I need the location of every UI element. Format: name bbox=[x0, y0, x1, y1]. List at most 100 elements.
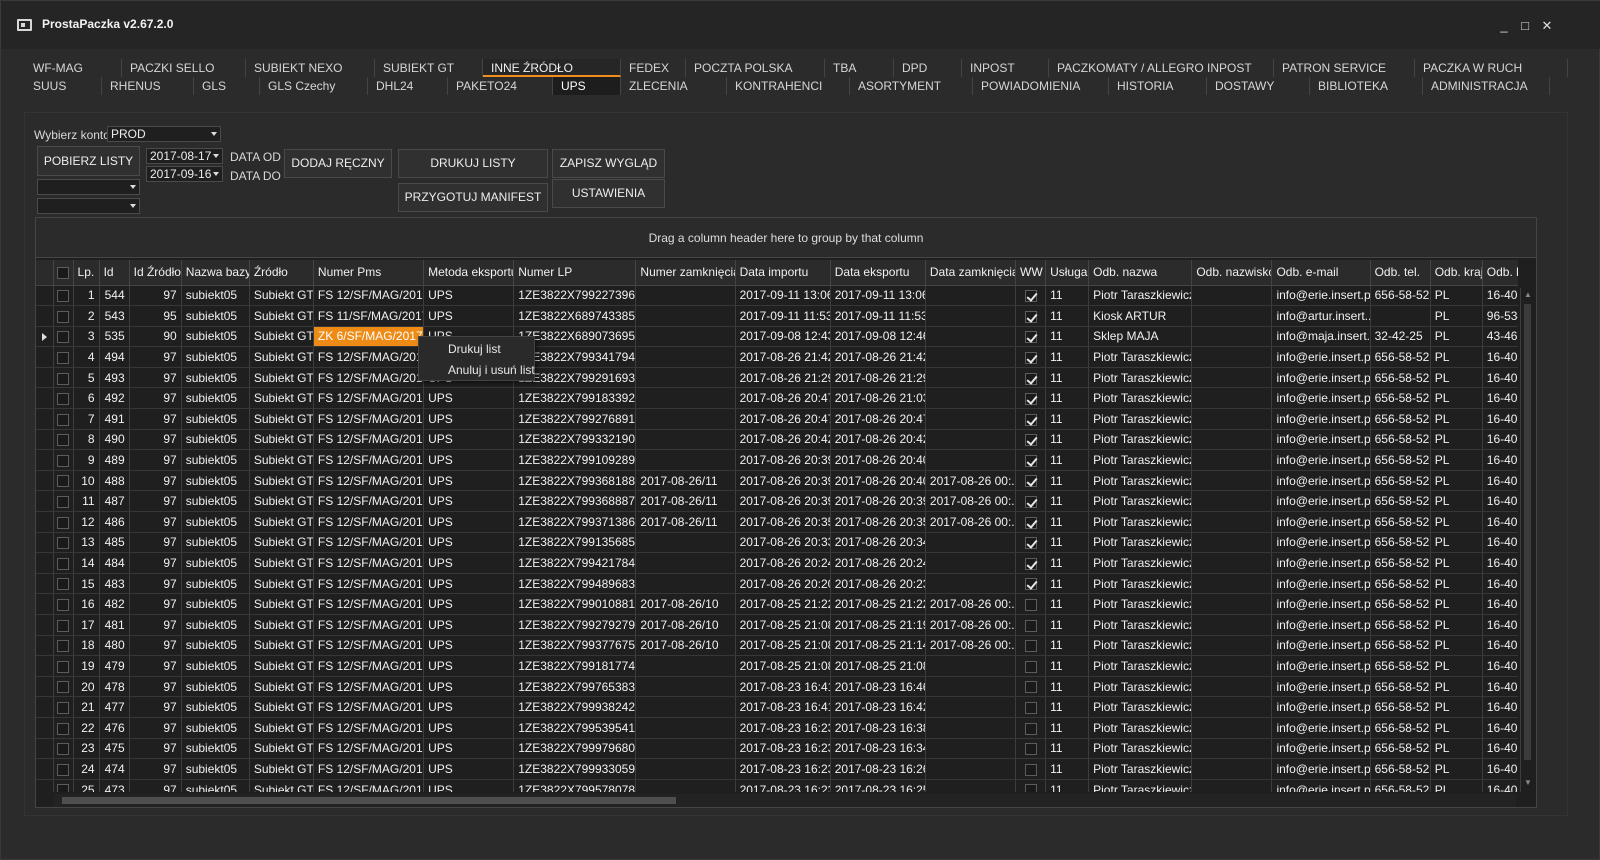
ww-checkbox[interactable] bbox=[1024, 537, 1037, 550]
table-cell[interactable]: FS 12/SF/MAG/2017 bbox=[313, 696, 425, 718]
ww-checkbox[interactable] bbox=[1024, 290, 1037, 303]
table-cell[interactable]: Piotr Taraszkiewicz bbox=[1088, 470, 1193, 492]
table-cell[interactable]: 2017-08-23 16:23 bbox=[735, 717, 831, 739]
table-cell[interactable]: 656-58-52 bbox=[1370, 387, 1431, 410]
table-cell[interactable]: 543 bbox=[99, 305, 130, 327]
table-cell[interactable] bbox=[635, 326, 736, 348]
column-header[interactable]: Usługa bbox=[1045, 260, 1090, 286]
table-cell[interactable]: Subiekt GT bbox=[249, 429, 314, 451]
table-cell[interactable]: 16-400 bbox=[1482, 758, 1518, 780]
table-cell[interactable]: info@erie.insert.pl bbox=[1271, 779, 1371, 792]
table-cell[interactable]: 97 bbox=[129, 655, 182, 677]
table-cell[interactable] bbox=[925, 387, 1017, 410]
table-cell[interactable]: subiekt05 bbox=[181, 387, 250, 410]
table-cell[interactable]: 656-58-52 bbox=[1370, 593, 1431, 615]
table-cell[interactable]: 19 bbox=[73, 655, 100, 677]
table-cell[interactable]: info@erie.insert.pl bbox=[1271, 614, 1371, 636]
table-cell[interactable]: 2017-08-26 20:42 bbox=[830, 429, 926, 451]
table-cell[interactable]: PL bbox=[1430, 614, 1483, 636]
table-cell[interactable]: 1ZE3822X7993776758 bbox=[513, 635, 637, 657]
ww-checkbox[interactable] bbox=[1024, 557, 1037, 570]
table-cell[interactable]: 97 bbox=[129, 614, 182, 636]
column-header[interactable]: Numer zamknięcia bbox=[635, 260, 736, 286]
table-cell[interactable]: 656-58-52 bbox=[1370, 717, 1431, 739]
table-cell[interactable]: 656-58-52 bbox=[1370, 470, 1431, 492]
table-cell[interactable]: 11 bbox=[1045, 429, 1090, 451]
row-select-cell[interactable] bbox=[53, 696, 74, 718]
close-button[interactable]: ✕ bbox=[1538, 19, 1556, 33]
table-cell[interactable]: 491 bbox=[99, 408, 130, 430]
table-cell[interactable]: info@erie.insert.pl bbox=[1271, 635, 1371, 657]
table-cell[interactable]: subiekt05 bbox=[181, 779, 250, 792]
table-cell[interactable] bbox=[925, 305, 1017, 327]
table-cell[interactable] bbox=[925, 429, 1017, 451]
table-cell[interactable]: PL bbox=[1430, 676, 1483, 698]
table-cell[interactable]: 11 bbox=[1045, 470, 1090, 492]
table-cell[interactable]: FS 12/SF/MAG/2017 bbox=[313, 532, 425, 554]
table-cell[interactable]: 656-58-52 bbox=[1370, 552, 1431, 574]
table-cell[interactable] bbox=[925, 367, 1017, 389]
row-select-checkbox[interactable] bbox=[57, 434, 70, 447]
table-cell[interactable]: 2017-08-23 16:23 bbox=[735, 738, 831, 760]
row-select-cell[interactable] bbox=[53, 305, 74, 327]
table-cell[interactable]: Piotr Taraszkiewicz bbox=[1088, 532, 1193, 554]
table-cell[interactable] bbox=[925, 346, 1017, 368]
ww-checkbox[interactable] bbox=[1024, 310, 1037, 323]
table-cell[interactable]: info@erie.insert.pl bbox=[1271, 490, 1371, 513]
restore-button[interactable]: □ bbox=[1516, 19, 1534, 33]
table-cell[interactable]: 1ZE3822X7991092893 bbox=[513, 449, 637, 471]
table-cell[interactable]: 25 bbox=[73, 779, 100, 792]
table-cell[interactable]: Subiekt GT bbox=[249, 552, 314, 574]
column-header[interactable]: Odb. e-mail bbox=[1271, 260, 1371, 286]
ww-checkbox[interactable] bbox=[1024, 681, 1037, 694]
table-cell[interactable]: Piotr Taraszkiewicz bbox=[1088, 696, 1193, 718]
table-cell[interactable]: Piotr Taraszkiewicz bbox=[1088, 676, 1193, 698]
table-cell[interactable]: 5 bbox=[73, 367, 100, 389]
table-cell[interactable]: 656-58-52 bbox=[1370, 696, 1431, 718]
table-cell[interactable]: 11 bbox=[1045, 779, 1090, 792]
table-cell[interactable]: 97 bbox=[129, 635, 182, 657]
table-cell[interactable]: 11 bbox=[1045, 655, 1090, 677]
row-select-cell[interactable] bbox=[53, 285, 74, 307]
table-cell[interactable]: 475 bbox=[99, 738, 130, 760]
table-cell[interactable]: UPS bbox=[423, 738, 515, 760]
row-select-cell[interactable] bbox=[53, 676, 74, 698]
table-cell[interactable]: FS 12/SF/MAG/2017 bbox=[313, 367, 425, 389]
ustawienia-button[interactable]: USTAWIENIA bbox=[552, 179, 665, 208]
table-row[interactable]: 10 488 97 subiekt05 Subiekt GT FS 12/SF/MAG/2… bbox=[36, 470, 1518, 492]
table-cell[interactable]: 480 bbox=[99, 635, 130, 657]
ww-checkbox[interactable] bbox=[1024, 331, 1037, 344]
tab-gls[interactable]: GLS bbox=[194, 77, 260, 95]
ww-checkbox[interactable] bbox=[1024, 434, 1037, 447]
table-cell[interactable]: 2017-08-26 21:29 bbox=[735, 367, 831, 389]
table-cell[interactable]: Subiekt GT bbox=[249, 758, 314, 780]
table-cell[interactable]: subiekt05 bbox=[181, 696, 250, 718]
table-cell[interactable]: 11 bbox=[1045, 408, 1090, 430]
table-cell[interactable]: Subiekt GT bbox=[249, 326, 314, 348]
dodaj-reczny-button[interactable]: DODAJ RĘCZNY bbox=[284, 149, 392, 178]
table-cell[interactable]: 656-58-52 bbox=[1370, 779, 1431, 792]
ww-checkbox[interactable] bbox=[1024, 619, 1037, 632]
table-cell[interactable]: 656-58-52 bbox=[1370, 367, 1431, 389]
column-header[interactable]: Nazwa bazy bbox=[181, 260, 250, 286]
table-cell[interactable]: 2017-09-08 12:46 bbox=[830, 326, 926, 348]
table-cell[interactable]: PL bbox=[1430, 470, 1483, 492]
table-cell[interactable]: UPS bbox=[423, 511, 515, 533]
table-cell[interactable]: Piotr Taraszkiewicz bbox=[1088, 655, 1193, 677]
ww-cell[interactable] bbox=[1015, 367, 1047, 389]
table-cell[interactable] bbox=[1191, 758, 1273, 780]
row-select-cell[interactable] bbox=[53, 470, 74, 492]
table-cell[interactable]: 97 bbox=[129, 573, 182, 595]
account-select[interactable]: PROD bbox=[107, 126, 221, 142]
table-cell[interactable] bbox=[925, 532, 1017, 554]
ww-cell[interactable] bbox=[1015, 738, 1047, 760]
table-cell[interactable]: 16-400 bbox=[1482, 285, 1518, 307]
table-cell[interactable]: 11 bbox=[1045, 346, 1090, 368]
table-row[interactable]: 13 485 97 subiekt05 Subiekt GT FS 12/SF/MAG/2… bbox=[36, 532, 1518, 554]
table-cell[interactable]: 490 bbox=[99, 429, 130, 451]
scroll-up-icon[interactable]: ▲ bbox=[1524, 290, 1532, 299]
table-cell[interactable]: 12 bbox=[73, 511, 100, 533]
ww-cell[interactable] bbox=[1015, 449, 1047, 471]
table-cell[interactable]: 11 bbox=[1045, 367, 1090, 389]
table-cell[interactable]: 15 bbox=[73, 573, 100, 595]
